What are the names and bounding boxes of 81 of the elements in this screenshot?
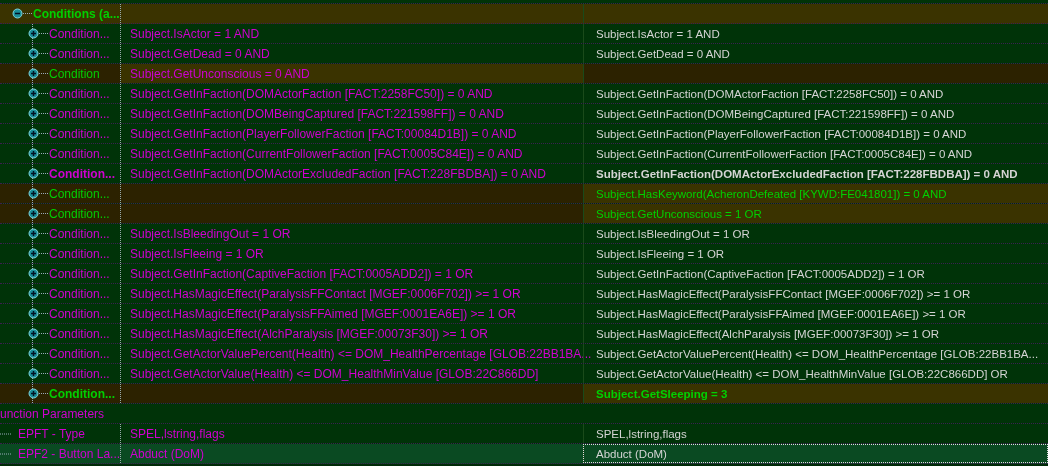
parameter-row[interactable]: EPF2 - Button La... Abduct (DoM) Abduct (DoM) — [0, 444, 1048, 464]
expand-icon[interactable] — [28, 188, 48, 199]
table-cell: SPEL,lstring,flags — [596, 427, 687, 440]
expand-icon[interactable] — [28, 148, 48, 159]
table-cell: Subject.GetDead = 0 AND — [596, 47, 730, 60]
table-cell: Subject.HasMagicEffect(ParalysisFFContact [MGEF:0006F702]) >= 1 OR — [130, 286, 521, 301]
condition-label[interactable]: Condition... — [49, 86, 110, 101]
condition-label[interactable]: Condition... — [49, 266, 110, 281]
expand-icon[interactable] — [28, 88, 48, 99]
table-cell: Subject.GetSleeping = 3 — [596, 387, 728, 400]
table-cell: Subject.GetActorValue(Health) <= DOM_HealthMinValue [GLOB:22C866DD] — [130, 366, 539, 381]
table-cell: Subject.GetInFaction(DOMActorFaction [FACT:2258FC50]) = 0 AND — [596, 87, 944, 100]
condition-label[interactable]: Condition... — [49, 166, 115, 181]
table-cell: Subject.GetUnconscious = 1 OR — [596, 207, 762, 220]
condition-label[interactable]: Condition... — [49, 126, 110, 141]
expand-icon[interactable] — [28, 328, 48, 339]
table-cell: Subject.GetInFaction(CaptiveFaction [FACT:0005ADD2]) = 1 OR — [596, 267, 925, 280]
table-cell: Subject.GetInFaction(CaptiveFaction [FACT:0005ADD2]) = 1 OR — [130, 266, 474, 281]
tree-line — [0, 452, 12, 455]
condition-label[interactable]: Condition... — [49, 306, 110, 321]
table-cell: Subject.GetInFaction(DOMBeingCaptured [FACT:221598FF]) = 0 AND — [130, 106, 504, 121]
table-cell: Subject.GetInFaction(DOMActorExcludedFaction [FACT:228FBDBA]) = 0 AND — [596, 167, 1018, 180]
condition-label[interactable]: Condition... — [49, 146, 110, 161]
expand-icon[interactable] — [28, 268, 48, 279]
condition-label[interactable]: Condition... — [49, 286, 110, 301]
expand-icon[interactable] — [28, 168, 48, 179]
condition-label[interactable]: Condition... — [49, 246, 110, 261]
table-cell: Subject.HasMagicEffect(ParalysisFFAimed [MGEF:0001EA6E]) >= 1 OR — [596, 307, 966, 320]
table-cell: Subject.IsBleedingOut = 1 OR — [130, 226, 291, 241]
condition-label[interactable]: Condition... — [49, 226, 110, 241]
table-cell: Subject.HasMagicEffect(ParalysisFFContact [MGEF:0006F702]) >= 1 OR — [596, 287, 971, 300]
table-cell: Subject.GetUnconscious = 0 AND — [130, 66, 310, 81]
table-cell: Abduct (DoM) — [596, 447, 667, 460]
expand-icon[interactable] — [28, 288, 48, 299]
table-cell: Subject.GetInFaction(PlayerFollowerFaction [FACT:00084D1B]) = 0 AND — [130, 126, 517, 141]
section-label[interactable]: unction Parameters — [0, 406, 105, 421]
table-cell: SPEL,lstring,flags — [130, 426, 225, 441]
group-label[interactable]: Conditions (a... — [33, 6, 120, 21]
table-cell: Subject.GetInFaction(DOMActorExcludedFaction [FACT:228FBDBA]) = 0 AND — [130, 166, 546, 181]
table-cell: Subject.GetInFaction(PlayerFollowerFaction [FACT:00084D1B]) = 0 AND — [596, 127, 967, 140]
table-cell: Subject.IsActor = 1 AND — [596, 27, 720, 40]
expand-icon[interactable] — [28, 208, 48, 219]
table-cell: Subject.GetDead = 0 AND — [130, 46, 270, 61]
expand-icon[interactable] — [28, 28, 48, 39]
table-cell: Abduct (DoM) — [130, 446, 205, 461]
table-cell: Subject.IsBleedingOut = 1 OR — [596, 227, 750, 240]
expand-icon[interactable] — [28, 308, 48, 319]
parameter-label: EPFT - Type — [18, 426, 85, 441]
tree-line — [0, 432, 12, 435]
condition-label[interactable]: Condition... — [49, 26, 110, 41]
expand-icon[interactable] — [28, 68, 48, 79]
table-cell: Subject.HasMagicEffect(ParalysisFFAimed [MGEF:0001EA6E]) >= 1 OR — [130, 306, 516, 321]
table-cell: Subject.GetInFaction(CurrentFollowerFaction [FACT:0005C84E]) = 0 AND — [596, 147, 973, 160]
table-cell: Subject.GetInFaction(DOMActorFaction [FACT:2258FC50]) = 0 AND — [130, 86, 493, 101]
expand-icon[interactable] — [28, 48, 48, 59]
parameter-row[interactable]: EPFT - Type SPEL,lstring,flags SPEL,lstring,flags — [0, 424, 1048, 444]
condition-label[interactable]: Condition... — [49, 346, 110, 361]
condition-label[interactable]: Condition... — [49, 366, 110, 381]
expand-icon[interactable] — [28, 128, 48, 139]
expand-icon[interactable] — [28, 248, 48, 259]
condition-label[interactable]: Condition... — [49, 326, 110, 341]
table-cell: Subject.GetInFaction(DOMBeingCaptured [FACT:221598FF]) = 0 AND — [596, 107, 955, 120]
parameter-label: EPF2 - Button La... — [18, 446, 121, 461]
table-cell: Subject.HasKeyword(AcheronDefeated [KYWD:FE041801]) = 0 AND — [596, 187, 947, 200]
condition-label[interactable]: Condition... — [49, 46, 110, 61]
table-cell: Subject.IsFleeing = 1 OR — [130, 246, 264, 261]
expand-icon[interactable] — [28, 348, 48, 359]
table-cell: Subject.GetActorValuePercent(Health) <= DOM_HealthPercentage [GLOB:22BB1BA... — [130, 346, 592, 361]
collapse-icon[interactable] — [12, 8, 32, 19]
table-cell: Subject.HasMagicEffect(AlchParalysis [MGEF:00073F30]) >= 1 OR — [130, 326, 488, 341]
expand-icon[interactable] — [28, 108, 48, 119]
table-cell: Subject.HasMagicEffect(AlchParalysis [MGEF:00073F30]) >= 1 OR — [596, 327, 939, 340]
table-cell: Subject.IsFleeing = 1 OR — [596, 247, 725, 260]
table-cell: Subject.GetActorValuePercent(Health) <= DOM_HealthPercentage [GLOB:22BB1BA... — [596, 347, 1039, 360]
expand-icon[interactable] — [28, 368, 48, 379]
table-cell: Subject.GetInFaction(CurrentFollowerFaction [FACT:0005C84E]) = 0 AND — [130, 146, 523, 161]
expand-icon[interactable] — [28, 388, 48, 399]
expand-icon[interactable] — [28, 228, 48, 239]
table-cell: Subject.IsActor = 1 AND — [130, 26, 260, 41]
table-cell: Subject.GetActorValue(Health) <= DOM_HealthMinValue [GLOB:22C866DD] OR — [596, 367, 1008, 380]
condition-label[interactable]: Condition... — [49, 106, 110, 121]
